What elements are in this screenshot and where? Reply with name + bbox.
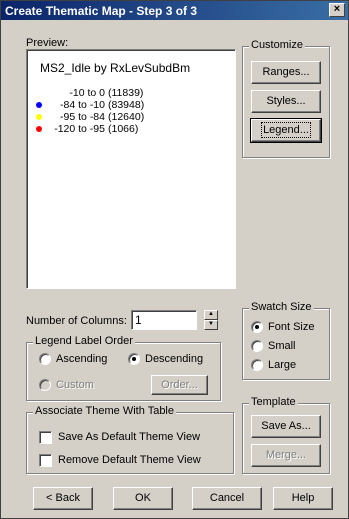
legend-range: -120 to -95 — [54, 123, 105, 135]
legend-count: (83948) — [108, 99, 145, 111]
small-label: Small — [268, 340, 296, 352]
columns-spinner[interactable]: ▲ ▼ — [204, 310, 218, 330]
legend-swatch — [36, 90, 42, 96]
associate-group-title: Associate Theme With Table — [33, 405, 176, 417]
preview-map-title: MS2_Idle by RxLevSubdBm — [40, 61, 191, 75]
descending-label: Descending — [145, 353, 204, 365]
order-button-label: Order... — [161, 379, 198, 391]
spin-down-icon[interactable]: ▼ — [204, 320, 218, 330]
ok-button-label: OK — [135, 492, 151, 504]
descending-radio[interactable] — [128, 353, 140, 365]
large-label: Large — [268, 359, 297, 371]
swatch-size-group-title: Swatch Size — [249, 301, 314, 313]
back-button-label: < Back — [46, 492, 80, 504]
back-button[interactable]: < Back — [33, 487, 93, 510]
template-group-title: Template — [249, 396, 298, 408]
cancel-button-label: Cancel — [209, 492, 245, 504]
order-button[interactable]: Order... — [151, 375, 208, 395]
custom-label: Custom — [56, 379, 94, 391]
legend-range: -95 to -84 — [60, 111, 105, 123]
save-default-label: Save As Default Theme View — [58, 431, 201, 443]
title-bar: Create Thematic Map - Step 3 of 3 × — [1, 1, 348, 20]
merge-button-label: Merge... — [265, 449, 307, 461]
merge-button[interactable]: Merge... — [251, 444, 321, 467]
remove-default-label: Remove Default Theme View — [58, 454, 201, 466]
save-as-button[interactable]: Save As... — [251, 415, 321, 438]
legend-swatch — [36, 126, 42, 132]
label-order-group-title: Legend Label Order — [33, 335, 135, 347]
save-as-button-label: Save As... — [261, 420, 311, 432]
legend-button[interactable]: Legend... — [250, 118, 322, 143]
thematic-map-dialog: Create Thematic Map - Step 3 of 3 × Prev… — [0, 0, 349, 519]
close-button[interactable]: × — [329, 3, 345, 17]
styles-button-label: Styles... — [266, 95, 306, 107]
spin-up-icon[interactable]: ▲ — [204, 310, 218, 320]
save-default-checkbox[interactable] — [39, 431, 52, 444]
preview-label: Preview: — [26, 37, 69, 49]
customize-group-title: Customize — [249, 39, 305, 51]
help-button-label: Help — [291, 492, 315, 504]
legend-swatch — [36, 102, 42, 108]
legend-count: (12640) — [108, 111, 145, 123]
remove-default-checkbox[interactable] — [39, 454, 52, 467]
ascending-radio[interactable] — [39, 353, 51, 365]
legend-range: -84 to -10 — [60, 99, 105, 111]
cancel-button[interactable]: Cancel — [192, 487, 262, 510]
help-button[interactable]: Help — [273, 487, 333, 510]
custom-radio[interactable] — [39, 379, 51, 391]
preview-pane: MS2_Idle by RxLevSubdBm -10 to 0 (11839)… — [26, 49, 236, 289]
window-title: Create Thematic Map - Step 3 of 3 — [5, 4, 198, 18]
small-radio[interactable] — [251, 340, 263, 352]
large-radio[interactable] — [251, 359, 263, 371]
columns-input[interactable]: 1 — [131, 310, 197, 330]
font-size-label: Font Size — [268, 321, 315, 333]
styles-button[interactable]: Styles... — [251, 90, 321, 113]
legend-count: (1066) — [108, 123, 139, 135]
legend-count: (11839) — [108, 87, 144, 99]
legend-button-label: Legend... — [261, 122, 311, 138]
ascending-label: Ascending — [56, 353, 108, 365]
ok-button[interactable]: OK — [113, 487, 173, 510]
legend-range: -10 to 0 — [69, 87, 105, 99]
ranges-button[interactable]: Ranges... — [251, 61, 321, 84]
legend-swatch — [36, 114, 42, 120]
columns-label: Number of Columns: — [26, 315, 127, 327]
font-size-radio[interactable] — [251, 321, 263, 333]
ranges-button-label: Ranges... — [262, 66, 310, 78]
